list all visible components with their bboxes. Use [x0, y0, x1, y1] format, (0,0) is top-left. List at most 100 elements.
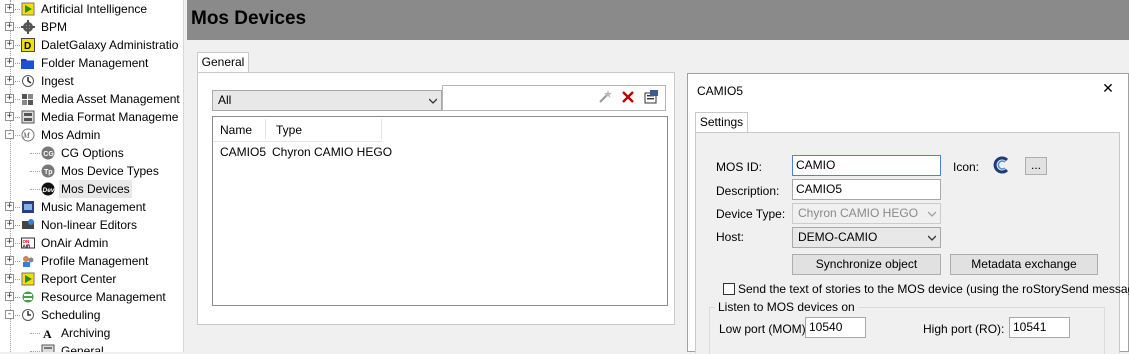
delete-icon[interactable]: [620, 89, 636, 105]
expand-icon[interactable]: +: [5, 58, 14, 67]
tree-item[interactable]: - Scheduling: [0, 306, 183, 324]
tree-guide-line: [30, 189, 40, 190]
tree-item[interactable]: + Ingest: [0, 72, 183, 90]
devices-list[interactable]: Name Type CAMIO5 Chyron CAMIO HEGO: [212, 116, 668, 306]
low-port-field[interactable]: 10540: [805, 317, 866, 338]
high-port-field[interactable]: 10541: [1009, 317, 1070, 338]
tree-item[interactable]: + BPM: [0, 18, 183, 36]
gear-icon: [21, 20, 35, 34]
expand-icon[interactable]: +: [5, 4, 14, 13]
expand-icon[interactable]: +: [5, 22, 14, 31]
page-title: Mos Devices: [191, 8, 307, 29]
device-dialog: CAMIO5 ✕ Settings MOS ID: CAMIO Icon: ..…: [687, 73, 1129, 354]
tree-item-label: General: [61, 344, 104, 352]
tree-item-label: CG Options: [61, 146, 124, 160]
expand-icon[interactable]: +: [5, 112, 14, 121]
svg-text:Dev: Dev: [43, 187, 55, 194]
tree-item[interactable]: + D DaletGalaxy Administratio: [0, 36, 183, 54]
tree-item[interactable]: + Resource Management: [0, 288, 183, 306]
tree-item-label: Media Format Manageme: [41, 110, 179, 124]
tree-child-item[interactable]: A Archiving: [0, 324, 183, 342]
send-text-checkbox[interactable]: [723, 283, 735, 295]
column-header-name[interactable]: Name: [220, 123, 252, 137]
collapse-icon[interactable]: -: [5, 310, 14, 319]
expand-icon[interactable]: +: [5, 40, 14, 49]
list-header: Name Type: [213, 117, 382, 142]
svg-text:A: A: [43, 327, 52, 340]
expand-icon[interactable]: +: [5, 220, 14, 229]
expand-icon[interactable]: +: [5, 292, 14, 301]
tree-item[interactable]: + Profile Management: [0, 252, 183, 270]
tree-guide-line: [30, 153, 40, 154]
tree-item[interactable]: + Report Center: [0, 270, 183, 288]
tree-item[interactable]: + Music Management: [0, 198, 183, 216]
device-type-label: Device Type:: [716, 207, 786, 221]
folder-icon: [21, 59, 34, 69]
description-field[interactable]: CAMIO5: [792, 179, 941, 200]
listen-group-label: Listen to MOS devices on: [715, 300, 858, 314]
low-port-label: Low port (MOM):: [719, 322, 810, 336]
dev-icon: Dev: [41, 182, 55, 196]
tree-item-label: Music Management: [41, 200, 146, 214]
properties-icon[interactable]: [643, 89, 659, 105]
archiving-a-icon: A: [43, 327, 52, 340]
navigation-tree: + Artificial Intelligence + BPM + D DaletGalax…: [0, 0, 183, 352]
close-icon[interactable]: ✕: [1100, 80, 1116, 98]
settings-panel: MOS ID: CAMIO Icon: ... Description: CAM…: [695, 132, 1129, 354]
tree-child-item[interactable]: Tp Mos Device Types: [0, 162, 183, 180]
tree-item-label: OnAir Admin: [41, 236, 109, 250]
onair-icon: ONAIR: [21, 237, 35, 249]
host-dropdown[interactable]: DEMO-CAMIO: [792, 227, 941, 248]
tree-item[interactable]: + Media Asset Management: [0, 90, 183, 108]
chevron-down-icon: [429, 98, 437, 104]
tree-item-label: Scheduling: [41, 308, 101, 322]
filter-dropdown[interactable]: All: [212, 90, 442, 111]
tree-item[interactable]: + Non-linear Editors: [0, 216, 183, 234]
tree-guide-line: [30, 171, 40, 172]
svg-text:M: M: [22, 131, 31, 140]
tree-item[interactable]: + Media Format Manageme: [0, 108, 183, 126]
dialog-title: CAMIO5: [697, 84, 744, 98]
general-icon: [41, 344, 55, 352]
expand-icon[interactable]: +: [5, 76, 14, 85]
tree-child-item[interactable]: CG CG Options: [0, 144, 183, 162]
description-label: Description:: [716, 184, 780, 198]
tree-item[interactable]: + ON AIR OnAir Admin: [0, 234, 183, 252]
row-type-cell: Chyron CAMIO HEGO: [272, 145, 393, 159]
tree-item[interactable]: + Folder Management: [0, 54, 183, 72]
expand-icon[interactable]: +: [5, 238, 14, 247]
row-name-cell: CAMIO5: [220, 145, 267, 159]
expand-icon[interactable]: +: [5, 94, 14, 103]
page-header: Mos Devices: [187, 0, 1129, 40]
column-divider: [265, 119, 266, 139]
device-type-value: Chyron CAMIO HEGO: [798, 206, 919, 220]
mos-id-label: MOS ID:: [716, 160, 763, 174]
tab-settings[interactable]: Settings: [695, 112, 748, 133]
tab-general[interactable]: General: [197, 52, 249, 73]
tree-item-label: Profile Management: [41, 254, 149, 268]
expand-icon[interactable]: +: [5, 202, 14, 211]
collapse-icon[interactable]: -: [5, 130, 14, 139]
synchronize-object-button[interactable]: Synchronize object: [792, 254, 941, 275]
chevron-down-icon: [928, 211, 936, 217]
tree-child-item[interactable]: Dev Mos Devices: [0, 180, 183, 198]
metadata-exchange-button[interactable]: Metadata exchange: [950, 254, 1098, 275]
tree-item-label: Mos Devices: [59, 180, 132, 198]
column-header-type[interactable]: Type: [276, 123, 302, 137]
edit-wand-icon[interactable]: [597, 89, 613, 105]
expand-icon[interactable]: +: [5, 256, 14, 265]
tree-item-label: Non-linear Editors: [41, 218, 138, 232]
tree-item-label: Mos Admin: [41, 128, 101, 142]
editors-icon: [22, 219, 34, 229]
high-port-label: High port (RO):: [923, 322, 1005, 336]
tree-child-item[interactable]: General: [0, 342, 183, 352]
expand-icon[interactable]: +: [5, 274, 14, 283]
host-value: DEMO-CAMIO: [798, 230, 878, 244]
mos-id-field[interactable]: CAMIO: [792, 155, 941, 176]
icon-browse-button[interactable]: ...: [1025, 157, 1047, 175]
svg-text:AIR: AIR: [23, 244, 32, 249]
tree-item[interactable]: - M Mos Admin: [0, 126, 183, 144]
table-row[interactable]: CAMIO5 Chyron CAMIO HEGO: [213, 142, 667, 160]
column-divider: [381, 119, 382, 139]
tree-item[interactable]: + Artificial Intelligence: [0, 0, 183, 18]
